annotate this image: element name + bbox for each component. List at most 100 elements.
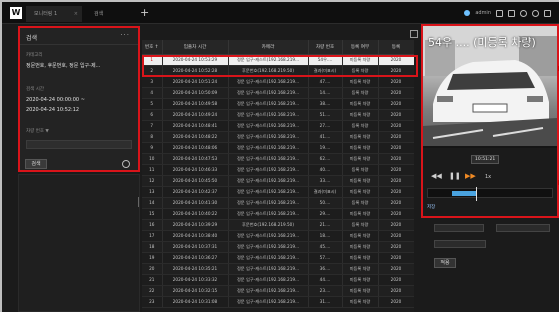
video-panel: 54우 .... (미등록 차량) 10:51:21 ◀◀ ❚❚ ▶▶ 1x 저… [421, 24, 559, 218]
table-cell: 정문 입구-캐스트(192.168.219... [228, 197, 309, 209]
table-cell: 2020 [378, 65, 414, 77]
table-row[interactable]: 18 2020-04-24 10:37:31 정문 입구-캐스트(192.168.2… [142, 241, 414, 253]
table-cell: 51.... [308, 109, 343, 121]
table-row[interactable]: 6 2020-04-24 10:49:24 정문 입구-캐스트(192.168.21… [142, 109, 414, 121]
table-row[interactable]: 17 2020-04-24 10:38:40 정문 입구-캐스트(192.168.2… [142, 230, 414, 242]
lock-icon[interactable] [496, 9, 503, 17]
setting-field[interactable] [434, 224, 484, 232]
add-tab-button[interactable]: + [140, 6, 149, 20]
table-cell: 3 [142, 76, 163, 88]
table-row[interactable]: 22 2020-04-24 10:32:15 정문 입구-캐스트(192.168.2… [142, 285, 414, 297]
time-start[interactable]: 2020-04-24 00:00:00 ~ [26, 97, 85, 103]
table-cell: 41.... [308, 131, 343, 143]
timeline-bar[interactable] [427, 187, 553, 201]
table-row[interactable]: 2 2020-04-24 10:52:28 후문번호(192.168.219.50)… [142, 65, 414, 77]
video-frame[interactable]: 54우 .... (미등록 차량) [423, 26, 557, 146]
column-header[interactable]: 차량 번호 [308, 40, 343, 55]
tab-search[interactable]: 검색 [86, 6, 134, 22]
table-cell: 2020 [378, 87, 414, 99]
plate-label[interactable]: 차량 번호 ▼ [26, 128, 49, 134]
table-row[interactable]: 9 2020-04-24 10:48:06 정문 입구-캐스트(192.168.21… [142, 142, 414, 154]
window-icon[interactable] [544, 9, 551, 17]
setting-dropdown[interactable] [434, 240, 486, 248]
table-row[interactable]: 14 2020-04-24 10:41:30 정문 입구-캐스트(192.168.2… [142, 197, 414, 209]
table-cell: 2020 [378, 274, 414, 286]
playback-time: 10:51:21 [471, 155, 500, 164]
timeline-cursor[interactable] [476, 187, 477, 201]
table-cell: 정문 입구-캐스트(192.168.219... [228, 263, 309, 275]
table-cell: 정문 입구-캐스트(192.168.219... [228, 87, 309, 99]
column-header[interactable]: 등록 여부 [342, 40, 379, 55]
table-cell: 2020-04-24 10:41:30 [162, 197, 229, 209]
table-cell: 31.... [308, 296, 343, 308]
divider [20, 44, 138, 45]
panel-splitter[interactable] [138, 197, 139, 207]
save-label[interactable]: 저장 [427, 204, 435, 210]
table-header-row: 번호 ↑ 입출차 시간 카메라 차량 번호 등록 여부 등록 [142, 40, 414, 55]
table-row[interactable]: 12 2020-04-24 10:45:50 정문 입구-캐스트(192.168.2… [142, 175, 414, 187]
table-cell: 18.... [308, 230, 343, 242]
table-body: 1 2020-04-24 10:53:29 정문 입구-캐스트(192.168.21… [142, 54, 414, 308]
table-row[interactable]: 23 2020-04-24 10:31:08 정문 입구-캐스트(192.168.2… [142, 296, 414, 308]
time-end[interactable]: 2020-04-24 10:52:12 [26, 107, 79, 113]
table-cell: 2020-04-24 10:37:31 [162, 241, 229, 253]
search-button[interactable]: 검색 [25, 159, 47, 169]
table-row[interactable]: 13 2020-04-24 10:42:37 정문 입구-캐스트(192.168.2… [142, 186, 414, 198]
table-cell: 정문 입구-캐스트(192.168.219... [228, 274, 309, 286]
table-cell: 2020 [378, 109, 414, 121]
table-row[interactable]: 16 2020-04-24 10:39:29 후문번호(192.168.219.50… [142, 219, 414, 231]
table-cell: 2020 [378, 164, 414, 176]
table-cell: 미등록 차량 [342, 131, 379, 143]
table-cell: 54우.... [308, 54, 343, 66]
table-row[interactable]: 7 2020-04-24 10:48:41 정문 입구-캐스트(192.168.21… [142, 120, 414, 132]
table-cell: 등록 차량 [342, 120, 379, 132]
table-settings-icon[interactable] [410, 30, 418, 38]
apply-button[interactable]: 적용 [434, 258, 456, 268]
table-cell: 2020 [378, 76, 414, 88]
pause-icon[interactable]: ❚❚ [449, 172, 461, 180]
table-row[interactable]: 19 2020-04-24 10:36:27 정문 입구-캐스트(192.168.2… [142, 252, 414, 264]
close-icon[interactable]: × [74, 6, 78, 22]
column-header[interactable]: 등록 [378, 40, 414, 55]
table-row[interactable]: 1 2020-04-24 10:53:29 정문 입구-캐스트(192.168.21… [142, 54, 414, 66]
table-cell: 미등록 차량 [342, 98, 379, 110]
filter-value[interactable]: 정문번호, 후문번호, 정문 입구-제... [26, 62, 100, 69]
table-cell: 2 [142, 65, 163, 77]
reset-icon[interactable] [122, 160, 130, 168]
column-header[interactable]: 입출차 시간 [162, 40, 229, 55]
table-cell: 2020-04-24 10:36:27 [162, 252, 229, 264]
table-row[interactable]: 21 2020-04-24 10:33:32 정문 입구-캐스트(192.168.2… [142, 274, 414, 286]
tab-monitoring[interactable]: 모니터링 1 × [26, 6, 82, 22]
column-header[interactable]: 카메라 [228, 40, 309, 55]
help-icon[interactable] [532, 9, 539, 17]
setting-field[interactable] [496, 224, 550, 232]
table-row[interactable]: 5 2020-04-24 10:49:58 정문 입구-캐스트(192.168.21… [142, 98, 414, 110]
gear-icon[interactable] [520, 9, 527, 17]
table-cell: 4 [142, 87, 163, 99]
table-cell: 미등록 차량 [342, 208, 379, 220]
fast-forward-icon[interactable]: ▶▶ [465, 172, 476, 180]
table-row[interactable]: 3 2020-04-24 10:51:24 정문 입구-캐스트(192.168.21… [142, 76, 414, 88]
user-name[interactable]: admin [475, 10, 491, 16]
table-row[interactable]: 11 2020-04-24 10:46:33 정문 입구-캐스트(192.168.2… [142, 164, 414, 176]
rewind-icon[interactable]: ◀◀ [431, 172, 442, 180]
table-row[interactable]: 10 2020-04-24 10:47:53 정문 입구-캐스트(192.168.2… [142, 153, 414, 165]
table-cell: 미등록 차량 [342, 252, 379, 264]
settings-area: 적용 [426, 220, 556, 310]
table-cell: 2020 [378, 241, 414, 253]
speed-label[interactable]: 1x [485, 174, 491, 180]
table-row[interactable]: 4 2020-04-24 10:50:09 정문 입구-캐스트(192.168.21… [142, 87, 414, 99]
column-header[interactable]: 번호 ↑ [142, 40, 163, 55]
more-menu-icon[interactable]: ··· [120, 31, 130, 39]
table-row[interactable]: 15 2020-04-24 10:40:22 정문 입구-캐스트(192.168.2… [142, 208, 414, 220]
notification-icon[interactable] [508, 9, 515, 17]
table-cell: 정문 입구-캐스트(192.168.219... [228, 120, 309, 132]
table-row[interactable]: 20 2020-04-24 10:35:21 정문 입구-캐스트(192.168.2… [142, 263, 414, 275]
table-cell: 정문 입구-캐스트(192.168.219... [228, 54, 309, 66]
plate-input[interactable] [26, 140, 132, 149]
table-cell: 미등록 차량 [342, 241, 379, 253]
table-cell: 미등록 차량 [342, 142, 379, 154]
table-cell: 정문 입구-캐스트(192.168.219... [228, 175, 309, 187]
table-cell: 미등록 차량 [342, 296, 379, 308]
table-row[interactable]: 8 2020-04-24 10:48:22 정문 입구-캐스트(192.168.21… [142, 131, 414, 143]
